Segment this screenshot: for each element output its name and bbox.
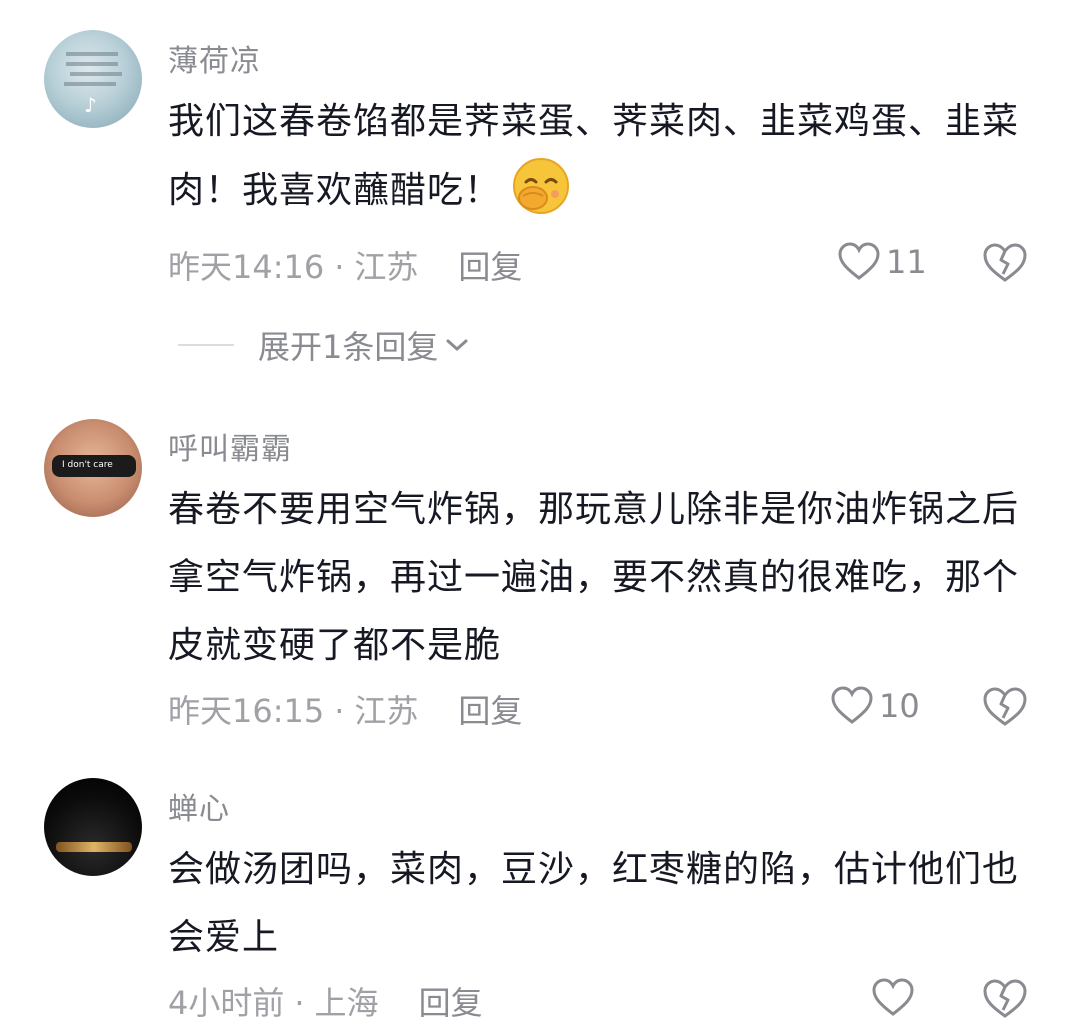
comment-text-content: 我们这春卷馅都是荠菜蛋、荠菜肉、韭菜鸡蛋、韭菜肉！我喜欢蘸醋吃！ xyxy=(168,101,1020,211)
broken-heart-icon[interactable] xyxy=(982,242,1028,284)
comment-time: 昨天16:15 xyxy=(168,692,325,730)
like-button[interactable]: 11 xyxy=(838,242,927,282)
like-button[interactable] xyxy=(872,978,920,1018)
comment-author[interactable]: 蝉心 xyxy=(168,784,230,828)
like-count: 11 xyxy=(886,243,927,281)
comment-text: 春卷不要用空气炸锅，那玩意儿除非是你油炸锅之后拿空气炸锅，再过一遍油，要不然真的… xyxy=(168,489,1020,666)
avatar-pattern xyxy=(66,52,118,56)
chevron-down-icon xyxy=(446,339,468,351)
comment-text: 我们这春卷馅都是荠菜蛋、荠菜肉、韭菜鸡蛋、韭菜肉！我喜欢蘸醋吃！ xyxy=(168,88,1038,225)
reply-button[interactable]: 回复 xyxy=(458,248,522,286)
comment-location: 江苏 xyxy=(354,248,419,286)
expand-replies-label: 展开1条回复 xyxy=(258,328,439,366)
face-with-hand-over-mouth-icon xyxy=(513,158,570,214)
expand-replies-button[interactable]: 展开1条回复 xyxy=(178,322,470,368)
meta-separator: · xyxy=(294,984,305,1022)
comment-time: 4小时前 xyxy=(168,984,285,1022)
like-count: 10 xyxy=(879,687,920,725)
avatar[interactable] xyxy=(44,778,142,876)
comment-meta: 4小时前 · 上海 回复 xyxy=(168,978,483,1024)
comment-meta: 昨天16:15 · 江苏 回复 xyxy=(168,686,522,732)
avatar-pattern xyxy=(56,842,132,852)
reply-button[interactable]: 回复 xyxy=(419,984,483,1022)
heart-outline-icon xyxy=(838,242,880,280)
meta-separator: · xyxy=(334,248,345,286)
comment-location: 上海 xyxy=(314,984,379,1022)
avatar-caption: I don't care xyxy=(62,460,113,470)
heart-outline-icon xyxy=(831,686,873,724)
meta-separator: · xyxy=(334,692,345,730)
comment-text: 会做汤团吗，菜肉，豆沙，红枣糖的陷，估计他们也会爱上 xyxy=(168,849,1020,958)
comment-meta: 昨天14:16 · 江苏 回复 xyxy=(168,242,522,288)
comment-author[interactable]: 呼叫霸霸 xyxy=(168,424,292,468)
comment-location: 江苏 xyxy=(354,692,419,730)
avatar[interactable]: ♪ xyxy=(44,30,142,128)
broken-heart-icon[interactable] xyxy=(982,978,1028,1020)
tiktok-logo-icon: ♪ xyxy=(84,93,97,117)
broken-heart-icon[interactable] xyxy=(982,686,1028,728)
reply-button[interactable]: 回复 xyxy=(458,692,522,730)
like-button[interactable]: 10 xyxy=(831,686,920,726)
divider xyxy=(178,344,234,346)
comment-author[interactable]: 薄荷凉 xyxy=(168,36,261,80)
comment-time: 昨天14:16 xyxy=(168,248,325,286)
heart-outline-icon xyxy=(872,978,914,1016)
avatar[interactable]: I don't care xyxy=(44,419,142,517)
